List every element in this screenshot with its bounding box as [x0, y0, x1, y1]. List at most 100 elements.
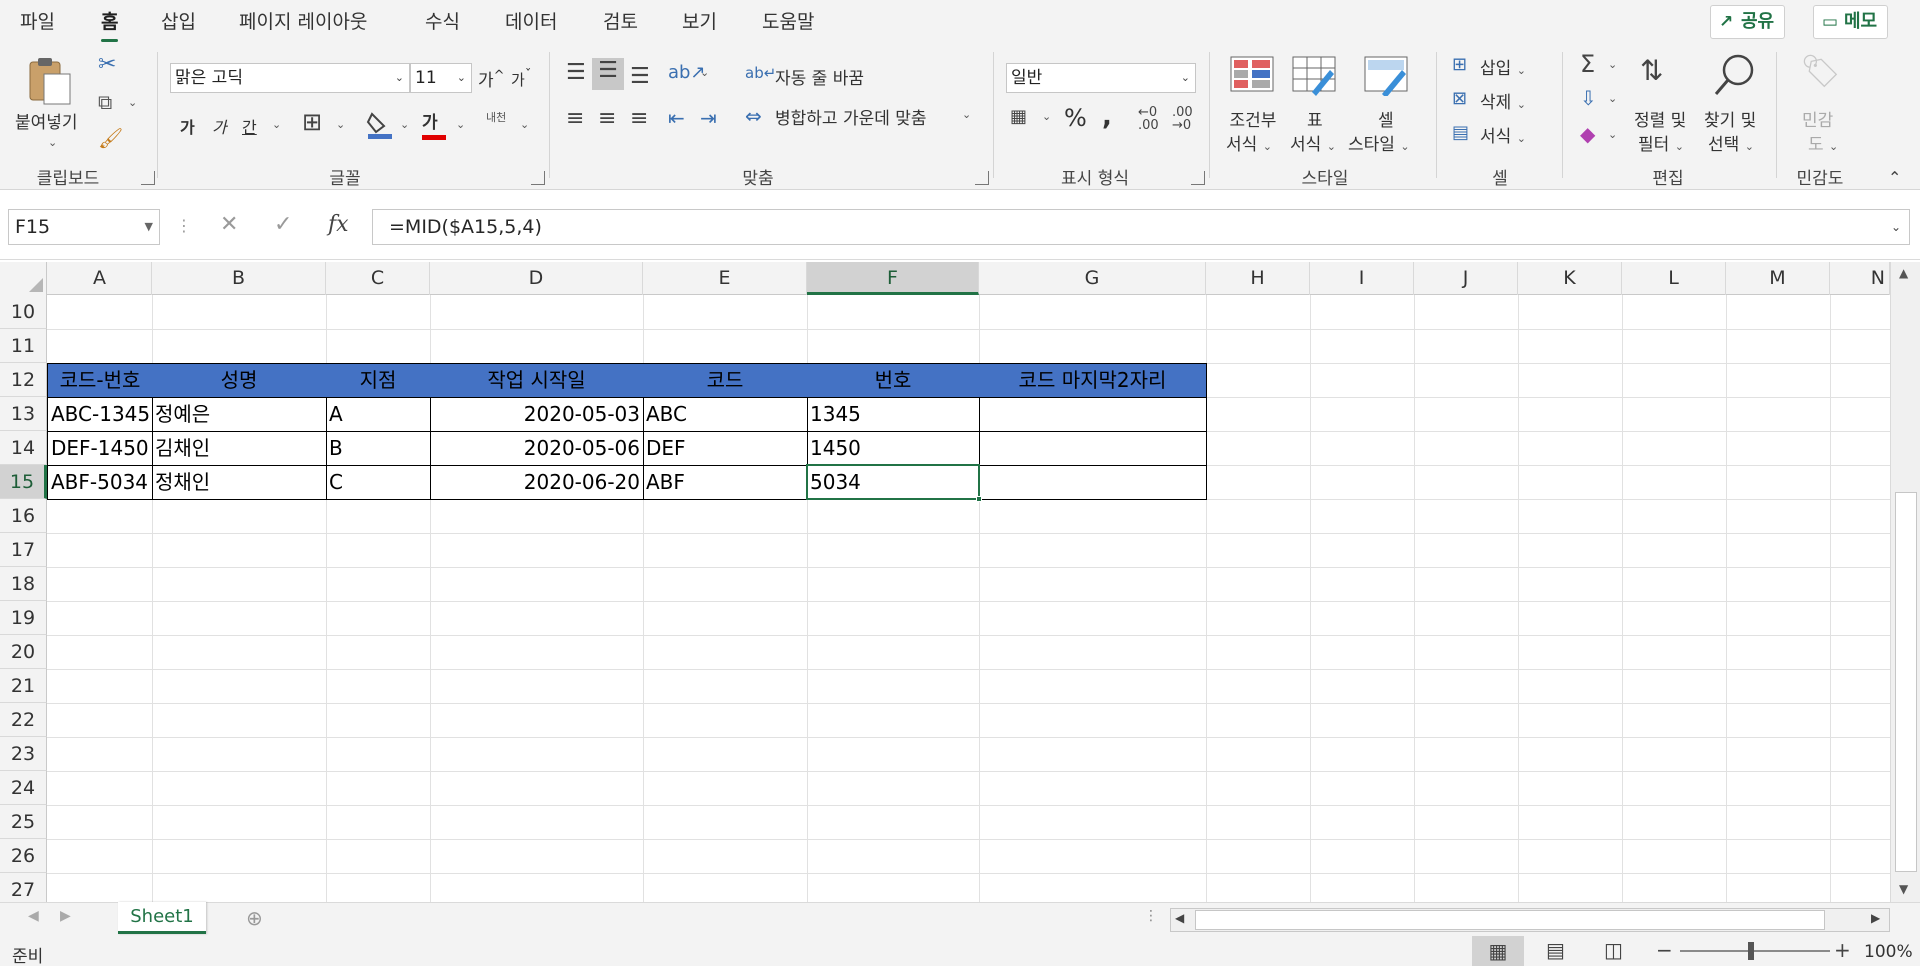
row-header-15[interactable]: 15 — [0, 465, 47, 499]
tab-view[interactable]: 보기 — [682, 10, 717, 36]
merge-center-button[interactable]: 병합하고 가운데 맞춤 — [775, 104, 927, 129]
font-launcher-icon[interactable] — [531, 171, 545, 185]
row-header-11[interactable]: 11 — [0, 329, 47, 363]
tab-splitter-icon[interactable]: ⋮ — [1144, 908, 1158, 924]
row-header-18[interactable]: 18 — [0, 567, 47, 601]
collapse-ribbon-icon[interactable]: ⌃ — [1888, 168, 1901, 187]
row-header-13[interactable]: 13 — [0, 397, 47, 431]
underline-button[interactable]: 간 — [242, 114, 257, 138]
select-all-corner[interactable] — [0, 262, 47, 295]
row-header-16[interactable]: 16 — [0, 499, 47, 533]
align-top-icon[interactable]: ☰ — [566, 60, 586, 85]
tab-review[interactable]: 검토 — [603, 10, 638, 36]
scroll-down-icon[interactable]: ▼ — [1899, 882, 1908, 896]
column-header-f[interactable]: F — [807, 262, 979, 295]
fill-chevron-icon[interactable]: ⌄ — [1608, 92, 1617, 105]
phonetic-button[interactable]: 내천 — [486, 112, 506, 124]
worksheet-grid[interactable]: A B C D E F G H I J K L M N 10 11 12 13 … — [0, 262, 1920, 902]
cell-styles-button[interactable] — [1364, 56, 1408, 100]
merge-chevron-icon[interactable]: ⌄ — [962, 108, 971, 121]
column-header-g[interactable]: G — [979, 262, 1206, 295]
font-name-select[interactable]: 맑은 고딕 ⌄ — [170, 63, 410, 93]
increase-indent-icon[interactable]: ⇥ — [700, 106, 717, 130]
next-sheet-icon[interactable]: ▶ — [60, 908, 71, 924]
zoom-slider[interactable] — [1680, 950, 1830, 952]
add-sheet-icon[interactable]: ⊕ — [246, 906, 263, 930]
page-layout-view-icon[interactable]: ▤ — [1546, 938, 1565, 962]
row-header-12[interactable]: 12 — [0, 363, 47, 397]
active-cell-selection[interactable] — [806, 464, 980, 500]
normal-view-icon[interactable]: ▦ — [1472, 936, 1524, 966]
number-format-select[interactable]: 일반 ⌄ — [1006, 63, 1196, 93]
column-header-a[interactable]: A — [48, 262, 152, 295]
align-bottom-icon[interactable]: ☰ — [630, 64, 650, 89]
align-left-icon[interactable]: ≡ — [566, 106, 584, 131]
phonetic-chevron-icon[interactable]: ⌄ — [520, 118, 529, 131]
find-select-label[interactable]: 찾기 및 — [1704, 106, 1756, 131]
page-break-view-icon[interactable]: ◫ — [1604, 938, 1623, 962]
column-header-m[interactable]: M — [1726, 262, 1830, 295]
underline-chevron-icon[interactable]: ⌄ — [272, 118, 281, 131]
column-header-e[interactable]: E — [643, 262, 807, 295]
column-header-j[interactable]: J — [1414, 262, 1518, 295]
expand-formula-icon[interactable]: ⌄ — [1891, 210, 1901, 244]
column-header-h[interactable]: H — [1206, 262, 1310, 295]
scroll-left-icon[interactable]: ◀ — [1175, 911, 1184, 925]
alignment-launcher-icon[interactable] — [975, 171, 989, 185]
grow-font-button[interactable]: 가^ — [478, 66, 505, 91]
format-cells-button[interactable]: 서식 ⌄ — [1480, 122, 1526, 147]
column-header-k[interactable]: K — [1518, 262, 1622, 295]
tab-page-layout[interactable]: 페이지 레이아웃 — [239, 10, 367, 36]
border-icon[interactable]: ⊞ — [302, 108, 322, 136]
horizontal-scroll-thumb[interactable] — [1195, 910, 1825, 930]
accounting-icon[interactable]: ▦ — [1010, 106, 1027, 127]
zoom-slider-thumb[interactable] — [1748, 942, 1754, 960]
fill-color-button[interactable] — [366, 110, 394, 144]
bold-button[interactable]: 가 — [180, 114, 195, 138]
conditional-format-button[interactable] — [1230, 56, 1274, 96]
insert-function-icon[interactable]: fx — [328, 212, 349, 237]
column-header-c[interactable]: C — [326, 262, 430, 295]
insert-cells-icon[interactable]: ⊞ — [1452, 54, 1467, 75]
clipboard-launcher-icon[interactable] — [141, 171, 155, 185]
wrap-text-icon[interactable]: ab↵ — [745, 64, 776, 82]
font-size-select[interactable]: 11 ⌄ — [410, 63, 472, 93]
share-button[interactable]: ↗ 공유 — [1710, 5, 1786, 39]
format-cells-icon[interactable]: ▤ — [1452, 122, 1469, 143]
shrink-font-button[interactable]: 가ˇ — [511, 68, 531, 90]
tab-help[interactable]: 도움말 — [762, 10, 814, 36]
row-header-24[interactable]: 24 — [0, 771, 47, 805]
tab-file[interactable]: 파일 — [20, 10, 55, 36]
column-header-n[interactable]: N — [1830, 262, 1890, 295]
format-as-table-button[interactable] — [1292, 56, 1336, 100]
align-right-icon[interactable]: ≡ — [630, 106, 648, 131]
insert-cells-button[interactable]: 삽입 ⌄ — [1480, 54, 1526, 79]
memo-button[interactable]: ▭ 메모 — [1813, 5, 1889, 39]
column-header-b[interactable]: B — [152, 262, 326, 295]
sort-filter-label2[interactable]: 필터 ⌄ — [1638, 130, 1684, 155]
delete-cells-button[interactable]: 삭제 ⌄ — [1480, 88, 1526, 113]
fill-chevron-icon[interactable]: ⌄ — [400, 118, 409, 131]
zoom-level[interactable]: 100% — [1864, 942, 1913, 962]
zoom-in-icon[interactable]: + — [1834, 938, 1851, 962]
row-header-10[interactable]: 10 — [0, 295, 47, 329]
enter-icon[interactable]: ✓ — [274, 212, 292, 237]
tab-data[interactable]: 데이터 — [505, 10, 557, 36]
align-middle-icon[interactable]: ☰ — [592, 58, 624, 90]
autosum-chevron-icon[interactable]: ⌄ — [1608, 58, 1617, 71]
clear-chevron-icon[interactable]: ⌄ — [1608, 128, 1617, 141]
increase-decimal-icon[interactable]: ←0.00 — [1138, 106, 1159, 132]
find-select-button[interactable] — [1712, 52, 1756, 100]
find-select-label2[interactable]: 선택 ⌄ — [1708, 130, 1754, 155]
paste-chevron-icon[interactable]: ⌄ — [48, 136, 57, 149]
cut-icon[interactable]: ✂ — [98, 52, 116, 77]
clear-icon[interactable]: ◆ — [1580, 122, 1595, 146]
vertical-scrollbar[interactable]: ▲ ▼ — [1890, 262, 1920, 902]
orientation-chevron-icon[interactable]: ⌄ — [700, 66, 709, 79]
column-header-i[interactable]: I — [1310, 262, 1414, 295]
sort-filter-icon[interactable]: ⇅ — [1640, 54, 1663, 87]
vertical-scroll-thumb[interactable] — [1895, 492, 1917, 872]
tab-insert[interactable]: 삽입 — [161, 10, 196, 36]
wrap-text-button[interactable]: 자동 줄 바꿈 — [775, 64, 864, 89]
copy-chevron-icon[interactable]: ⌄ — [128, 96, 137, 109]
